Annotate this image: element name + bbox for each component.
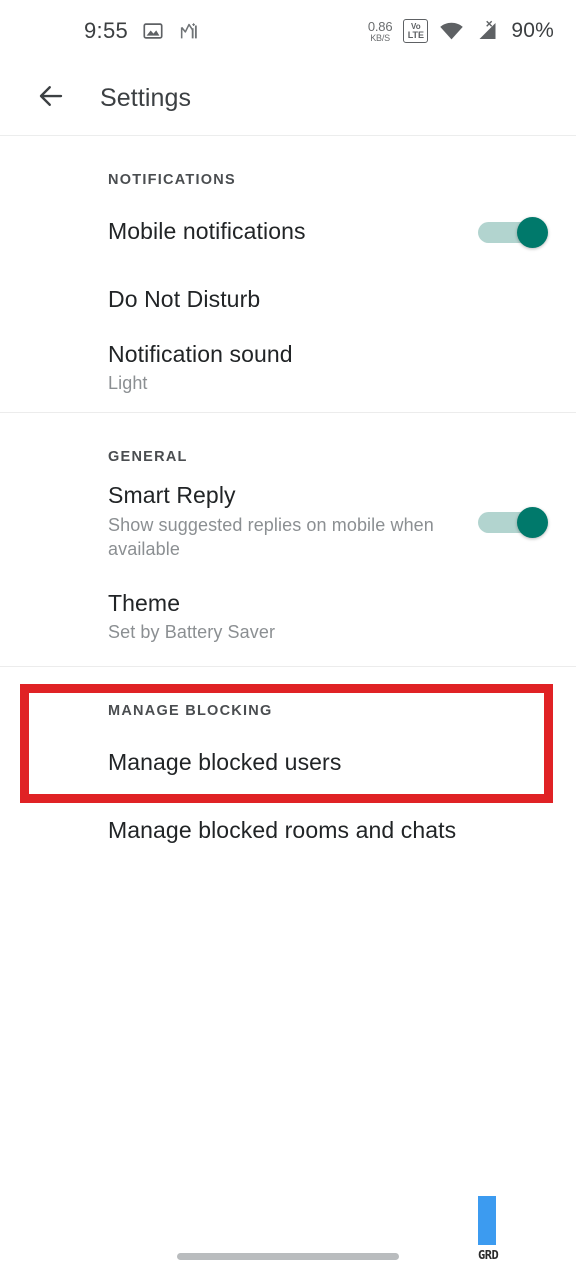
row-subtitle: Light bbox=[108, 373, 148, 394]
app-bar: Settings bbox=[0, 62, 576, 136]
row-title: Mobile notifications bbox=[108, 218, 306, 245]
switch-smart-reply[interactable] bbox=[478, 506, 550, 538]
data-rate-unit: KB/S bbox=[370, 32, 390, 43]
row-title: Smart Reply bbox=[108, 482, 236, 509]
row-manage-blocked-users[interactable]: Manage blocked users bbox=[0, 729, 576, 797]
back-button[interactable] bbox=[28, 76, 74, 122]
row-text: Theme Set by Battery Saver bbox=[108, 589, 550, 645]
row-text: Smart Reply Show suggested replies on mo… bbox=[108, 481, 460, 561]
row-mobile-notifications[interactable]: Mobile notifications bbox=[0, 198, 576, 266]
section-header-manage-blocking: MANAGE BLOCKING bbox=[108, 702, 273, 719]
section-header-notifications: NOTIFICATIONS bbox=[108, 172, 236, 188]
watermark: GRD bbox=[478, 1196, 506, 1262]
settings-screen: 9:55 0.86 KB/S Vo LTE 90% Settings NOTIF… bbox=[0, 0, 576, 1280]
section-notifications: NOTIFICATIONS Mobile notifications Do No… bbox=[0, 136, 576, 413]
page-title: Settings bbox=[100, 84, 192, 112]
switch-knob bbox=[517, 217, 548, 248]
row-text: Manage blocked users bbox=[108, 748, 550, 777]
data-rate-indicator: 0.86 KB/S bbox=[368, 20, 393, 43]
row-manage-blocked-rooms-and-chats[interactable]: Manage blocked rooms and chats bbox=[0, 797, 576, 865]
switch-mobile-notifications[interactable] bbox=[478, 217, 550, 248]
section-general: GENERAL Smart Reply Show suggested repli… bbox=[0, 412, 576, 666]
battery-percentage: 90% bbox=[511, 19, 554, 42]
row-notification-sound[interactable]: Notification sound Light bbox=[0, 334, 576, 402]
status-time: 9:55 bbox=[84, 18, 129, 43]
data-rate-value: 0.86 bbox=[367, 18, 393, 34]
signal-chart-icon bbox=[178, 20, 200, 42]
row-smart-reply[interactable]: Smart Reply Show suggested replies on mo… bbox=[0, 475, 576, 567]
row-title: Do Not Disturb bbox=[108, 286, 261, 313]
row-do-not-disturb[interactable]: Do Not Disturb bbox=[0, 266, 576, 334]
watermark-bar bbox=[478, 1196, 496, 1245]
row-text: Mobile notifications bbox=[108, 217, 460, 246]
row-theme[interactable]: Theme Set by Battery Saver bbox=[0, 568, 576, 666]
back-arrow-icon bbox=[36, 81, 66, 116]
row-title: Manage blocked users bbox=[108, 748, 342, 775]
section-header-general: GENERAL bbox=[108, 449, 188, 466]
volte-bottom-label: LTE bbox=[407, 29, 425, 40]
row-title: Notification sound bbox=[108, 341, 293, 367]
watermark-label: GRD bbox=[478, 1248, 499, 1262]
row-text: Notification sound Light bbox=[108, 340, 550, 396]
cellular-no-sim-icon bbox=[475, 20, 500, 42]
status-bar-left: 9:55 bbox=[0, 18, 200, 44]
switch-knob bbox=[517, 506, 548, 538]
section-manage-blocking: MANAGE BLOCKING Manage blocked users Man… bbox=[0, 665, 576, 865]
row-text: Manage blocked rooms and chats bbox=[108, 816, 550, 845]
row-title: Manage blocked rooms and chats bbox=[108, 816, 457, 843]
row-text: Do Not Disturb bbox=[108, 285, 550, 314]
wifi-icon bbox=[439, 21, 464, 42]
row-title: Theme bbox=[108, 589, 181, 616]
gesture-home-pill[interactable] bbox=[177, 1253, 399, 1260]
status-bar-right: 0.86 KB/S Vo LTE 90% bbox=[368, 19, 554, 43]
image-icon bbox=[142, 20, 164, 42]
status-bar: 9:55 0.86 KB/S Vo LTE 90% bbox=[0, 0, 576, 62]
volte-icon: Vo LTE bbox=[403, 19, 429, 43]
row-subtitle: Set by Battery Saver bbox=[108, 621, 276, 642]
row-subtitle: Show suggested replies on mobile when av… bbox=[108, 514, 434, 559]
